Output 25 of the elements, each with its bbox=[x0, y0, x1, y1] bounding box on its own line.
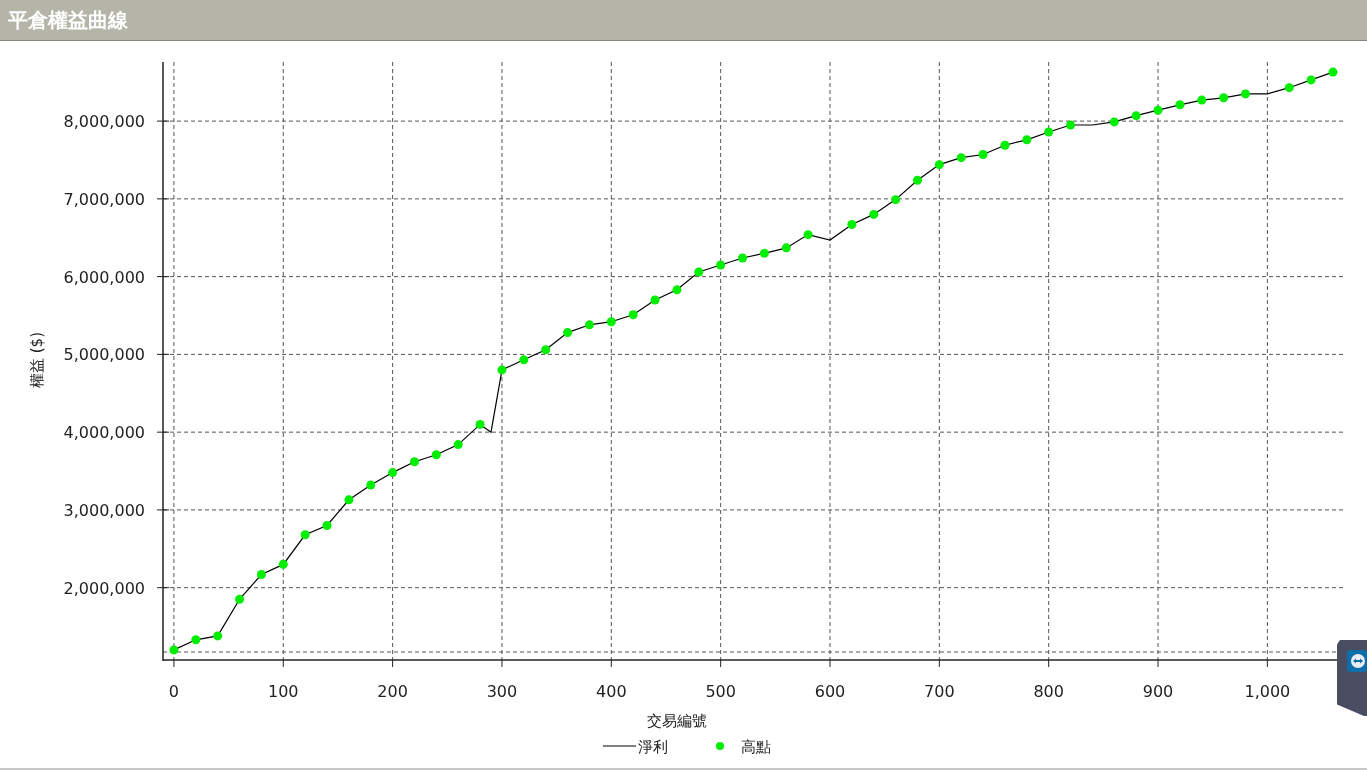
axis-tick-label: 500 bbox=[705, 682, 736, 701]
axis-tick-label: 2,000,000 bbox=[63, 578, 145, 598]
axis-title: 交易編號 bbox=[647, 712, 707, 730]
axis-tick-label: 300 bbox=[486, 682, 518, 701]
app-icon bbox=[1347, 650, 1367, 672]
legend-label: 淨利 bbox=[638, 738, 668, 756]
floating-tab[interactable] bbox=[1337, 640, 1367, 716]
axis-tick-label: 900 bbox=[1142, 682, 1174, 701]
axis-tick-label: 600 bbox=[814, 682, 846, 701]
axis-tick-label: 8,000,000 bbox=[63, 112, 145, 132]
axis-tick-label: 1,000 bbox=[1244, 682, 1291, 701]
axis-tick-label: 3,000,000 bbox=[63, 500, 145, 520]
axis-tick-label: 6,000,000 bbox=[63, 267, 145, 287]
axis-tick-label: 700 bbox=[924, 682, 955, 701]
axis-tick-label: 800 bbox=[1033, 682, 1064, 701]
axis-tick-label: 0 bbox=[168, 682, 180, 701]
axis-tick-label: 7,000,000 bbox=[63, 189, 145, 209]
axis-tick-label: 400 bbox=[596, 682, 627, 701]
axis-tick-label: 200 bbox=[377, 682, 408, 701]
axis-tick-label: 4,000,000 bbox=[63, 423, 145, 443]
axis-title: 權益 ($) bbox=[28, 332, 46, 388]
legend-label: 高點 bbox=[741, 738, 771, 756]
axis-tick-label: 100 bbox=[268, 682, 299, 701]
window-title: 平倉權益曲線 bbox=[8, 6, 128, 34]
axis-tick-label: 5,000,000 bbox=[63, 345, 145, 365]
